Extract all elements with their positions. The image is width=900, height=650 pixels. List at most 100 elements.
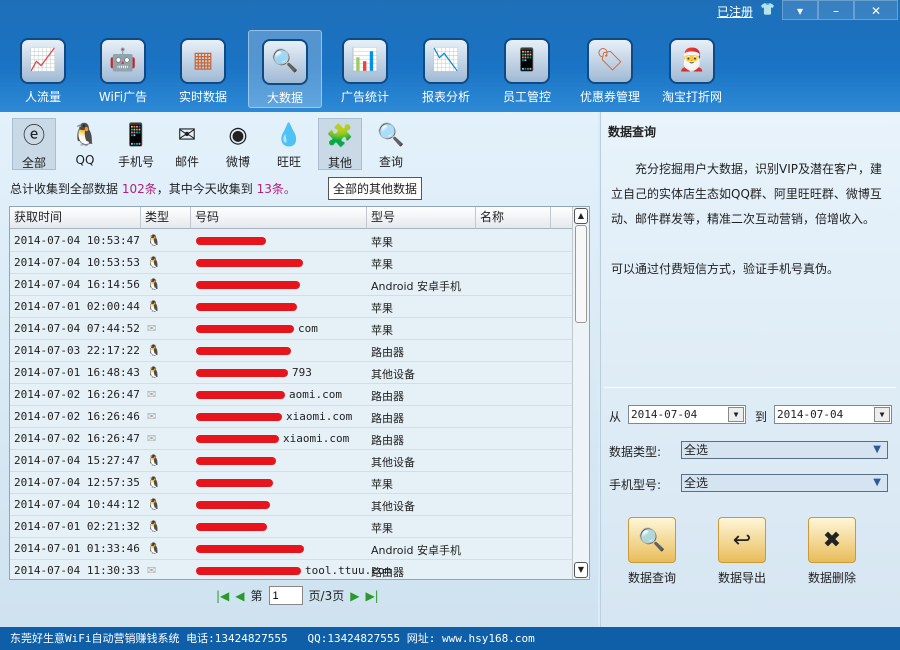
- action-button-2[interactable]: ✖ 数据删除: [797, 517, 867, 586]
- model-cell: 其他设备: [371, 368, 415, 381]
- table-row[interactable]: 2014-07-01 02:21:32 🐧 苹果: [10, 516, 573, 538]
- description-line: 动、邮件群发等，精准二次互动营销，倍增收入。: [611, 212, 876, 226]
- column-header[interactable]: 号码: [191, 207, 367, 229]
- model-cell: Android 安卓手机: [371, 544, 462, 557]
- table-row[interactable]: 2014-07-04 11:30:33 ✉ tool.ttuu.com 路由器: [10, 560, 573, 579]
- skin-icon[interactable]: 👕: [760, 2, 775, 16]
- registered-link[interactable]: 已注册: [717, 3, 753, 20]
- source-tab-5[interactable]: 💧 旺旺: [267, 118, 311, 170]
- page-suffix: 页/3页: [308, 589, 345, 603]
- data-table: 获取时间 类型 号码 型号 名称 2014-07-04 10:53:47 🐧 苹果 20…: [9, 206, 590, 580]
- source-tab-0[interactable]: ⓔ 全部: [12, 118, 56, 170]
- qq-penguin-icon: 🐧: [147, 454, 161, 467]
- nav-7[interactable]: 🏷 优惠券管理: [573, 30, 647, 108]
- mail-icon: ✉: [177, 123, 197, 148]
- to-date-picker[interactable]: 2014-07-04 ▼: [774, 405, 892, 424]
- nav-8[interactable]: 🎅 淘宝打折网: [655, 30, 729, 108]
- source-label: 旺旺: [276, 155, 301, 169]
- data-type-select[interactable]: 全选 ▼: [681, 441, 888, 459]
- table-row[interactable]: 2014-07-04 15:27:47 🐧 其他设备: [10, 450, 573, 472]
- time-cell: 2014-07-04 12:57:35: [14, 476, 140, 489]
- model-cell: 路由器: [371, 390, 404, 403]
- column-header[interactable]: 名称: [476, 207, 551, 229]
- redaction-mark: [196, 347, 291, 355]
- source-tab-6[interactable]: 🧩 其他: [318, 118, 362, 170]
- table-row[interactable]: 2014-07-02 16:26:47 ✉ aomi.com 路由器: [10, 384, 573, 406]
- source-tab-1[interactable]: 🐧 QQ: [63, 118, 107, 170]
- from-date-picker[interactable]: 2014-07-04 ▼: [628, 405, 746, 424]
- source-label: 全部: [21, 156, 46, 170]
- time-cell: 2014-07-02 16:26:47: [14, 388, 140, 401]
- qq-penguin-icon: 🐧: [71, 123, 99, 148]
- weibo-icon: ◉: [228, 123, 248, 148]
- column-header[interactable]: 获取时间: [10, 207, 141, 229]
- nav-1[interactable]: 🤖 WiFi广告: [86, 30, 160, 108]
- scroll-thumb[interactable]: [575, 225, 587, 323]
- next-page-icon[interactable]: ▶: [350, 589, 359, 603]
- phone-model-select[interactable]: 全选 ▼: [681, 474, 888, 492]
- table-row[interactable]: 2014-07-04 07:44:52 ✉ com 苹果: [10, 318, 573, 340]
- scrollbar[interactable]: ▲ ▼: [572, 207, 589, 579]
- source-tab-2[interactable]: 📱 手机号: [114, 118, 158, 170]
- source-label: 微博: [225, 155, 250, 169]
- redaction-mark: [196, 281, 300, 289]
- table-row[interactable]: 2014-07-02 16:26:47 ✉ xiaomi.com 路由器: [10, 428, 573, 450]
- menu-button[interactable]: ▾: [782, 0, 818, 20]
- summary-text: 总计收集到全部数据 102条，其中今天收集到 13条。: [10, 182, 296, 196]
- model-cell: 路由器: [371, 566, 404, 579]
- column-header[interactable]: 型号: [367, 207, 476, 229]
- table-row[interactable]: 2014-07-02 16:26:46 ✉ xiaomi.com 路由器: [10, 406, 573, 428]
- minimize-button[interactable]: –: [818, 0, 854, 20]
- query-panel: 数据查询 充分挖掘用户大数据，识别VIP及潜在客户，建 立自己的实体店生态如QQ…: [600, 112, 900, 627]
- number-cell: xiaomi.com: [286, 410, 353, 423]
- column-header[interactable]: 类型: [141, 207, 191, 229]
- page-input[interactable]: [268, 586, 303, 605]
- table-row[interactable]: 2014-07-04 10:53:47 🐧 苹果: [10, 230, 573, 252]
- time-cell: 2014-07-04 15:27:47: [14, 454, 140, 467]
- qq-penguin-icon: 🐧: [147, 256, 161, 269]
- table-row[interactable]: 2014-07-01 16:48:43 🐧 793 其他设备: [10, 362, 573, 384]
- table-row[interactable]: 2014-07-04 10:53:53 🐧 苹果: [10, 252, 573, 274]
- dropdown-icon[interactable]: ▼: [874, 407, 890, 422]
- left-panel: ⓔ 全部 🐧 QQ 📱 手机号 ✉ 邮件 ◉ 微博 💧 旺旺 🧩 其他 🔍 查询 总计收集到全部数据 102条…: [0, 112, 598, 627]
- source-tab-7[interactable]: 🔍 查询: [369, 118, 413, 170]
- scroll-up-button[interactable]: ▲: [574, 208, 588, 224]
- nav-2[interactable]: ▦ 实时数据: [166, 30, 240, 108]
- nav-4[interactable]: 📊 广告统计: [328, 30, 402, 108]
- chevron-down-icon: ▼: [873, 477, 881, 488]
- chevron-down-icon: ▼: [873, 444, 881, 455]
- nav-6[interactable]: 📱 员工管控: [490, 30, 564, 108]
- source-tab-3[interactable]: ✉ 邮件: [165, 118, 209, 170]
- table-row[interactable]: 2014-07-01 01:33:46 🐧 Android 安卓手机: [10, 538, 573, 560]
- table-row[interactable]: 2014-07-04 10:44:12 🐧 其他设备: [10, 494, 573, 516]
- mobile-phone-icon: 📱: [122, 123, 150, 148]
- prev-page-icon[interactable]: ◀: [235, 589, 244, 603]
- action-button-0[interactable]: 🔍 数据查询: [617, 517, 687, 586]
- table-row[interactable]: 2014-07-01 02:00:44 🐧 苹果: [10, 296, 573, 318]
- time-cell: 2014-07-04 16:14:56: [14, 278, 140, 291]
- redaction-mark: [196, 457, 276, 465]
- time-cell: 2014-07-02 16:26:46: [14, 410, 140, 423]
- number-cell: aomi.com: [289, 388, 342, 401]
- chart-people-icon: 📈: [20, 38, 66, 84]
- close-button[interactable]: ✕: [854, 0, 898, 20]
- scroll-down-button[interactable]: ▼: [574, 562, 588, 578]
- last-page-icon[interactable]: ▶|: [365, 589, 378, 603]
- table-row[interactable]: 2014-07-04 16:14:56 🐧 Android 安卓手机: [10, 274, 573, 296]
- wangwang-icon: 💧: [275, 123, 303, 148]
- model-cell: 苹果: [371, 522, 393, 535]
- nav-5[interactable]: 📉 报表分析: [409, 30, 483, 108]
- nav-3[interactable]: 🔍 大数据: [248, 30, 322, 108]
- table-row[interactable]: 2014-07-03 22:17:22 🐧 路由器: [10, 340, 573, 362]
- time-cell: 2014-07-03 22:17:22: [14, 344, 140, 357]
- all-icon: ⓔ: [22, 124, 45, 149]
- source-tab-4[interactable]: ◉ 微博: [216, 118, 260, 170]
- column-header[interactable]: [551, 207, 573, 229]
- first-page-icon[interactable]: |◀: [216, 589, 229, 603]
- nav-0[interactable]: 📈 人流量: [6, 30, 80, 108]
- table-row[interactable]: 2014-07-04 12:57:35 🐧 苹果: [10, 472, 573, 494]
- nav-label: 员工管控: [502, 90, 551, 104]
- action-button-1[interactable]: ↩ 数据导出: [707, 517, 777, 586]
- dropdown-icon[interactable]: ▼: [728, 407, 744, 422]
- nav-label: 淘宝打折网: [661, 90, 722, 104]
